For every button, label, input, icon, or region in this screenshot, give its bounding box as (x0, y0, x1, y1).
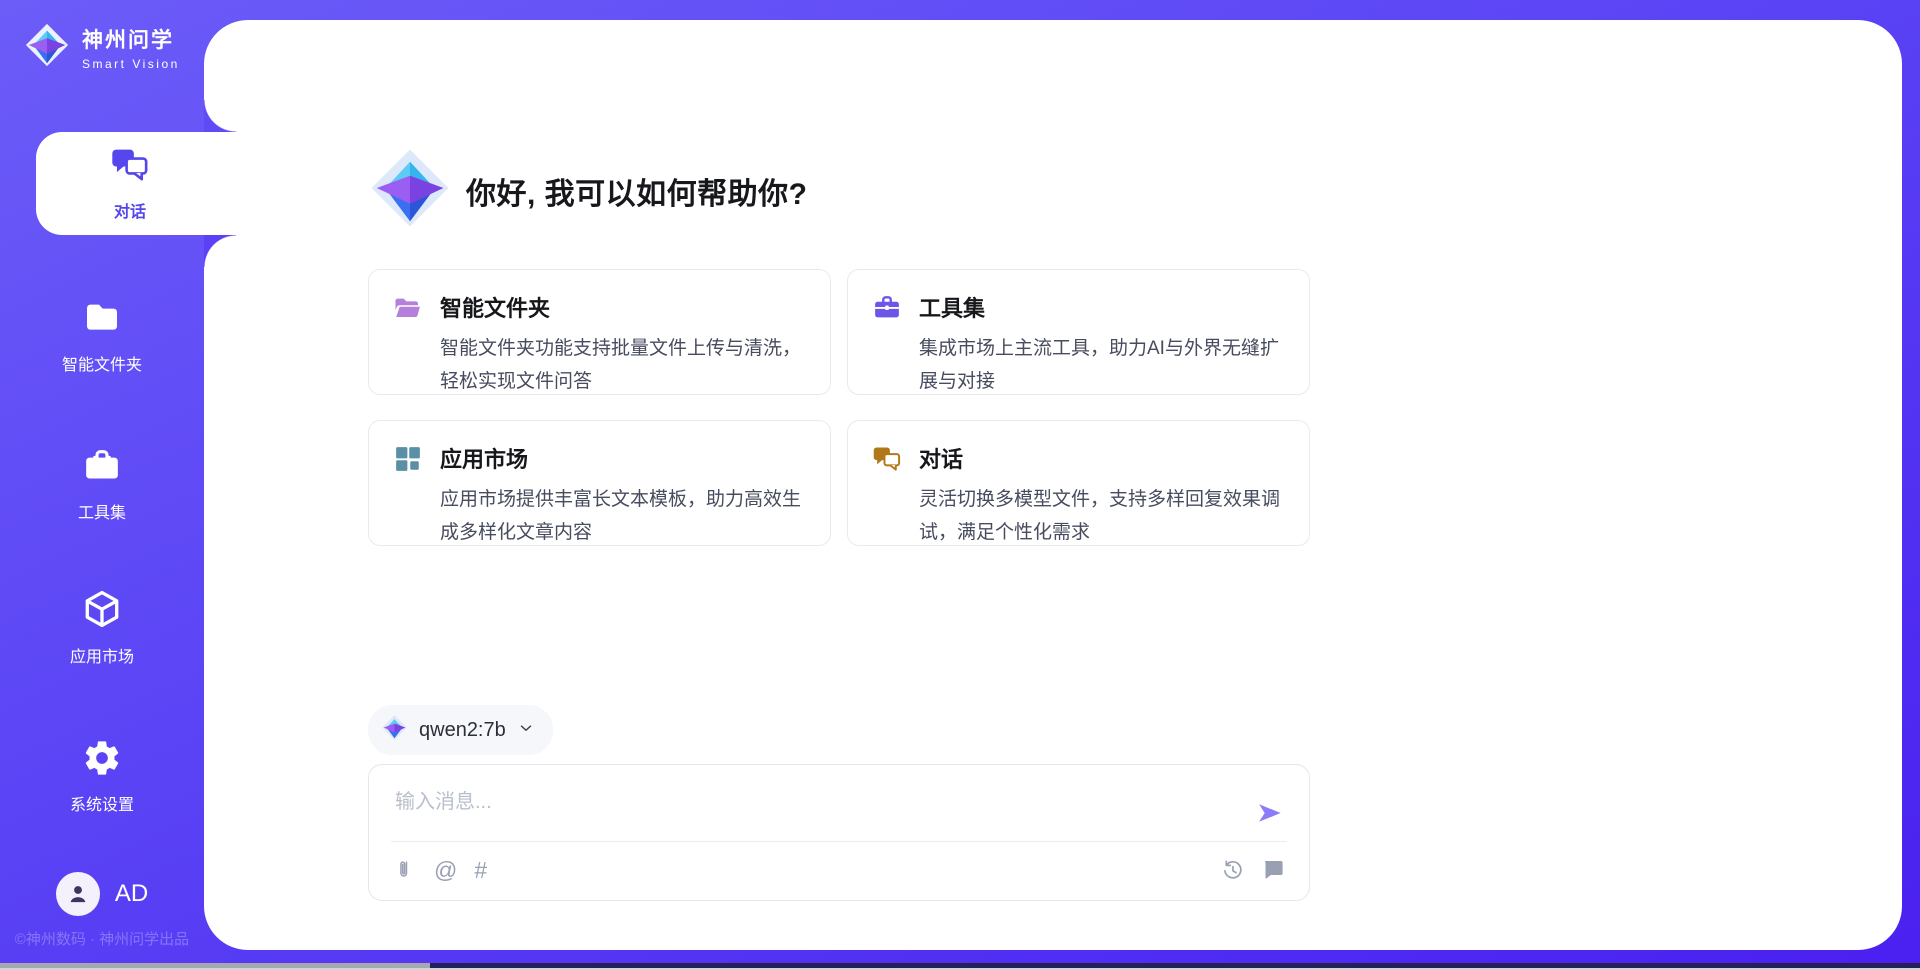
brand: 神州问学 Smart Vision (24, 22, 180, 73)
cube-icon (81, 588, 123, 635)
card-title: 对话 (919, 442, 1285, 474)
chat-icon (110, 145, 150, 190)
composer-tools-right (1221, 857, 1285, 883)
send-icon (1255, 799, 1283, 827)
composer-divider (391, 841, 1287, 842)
briefcase-icon (81, 446, 123, 491)
briefcase-icon (872, 291, 902, 373)
card-description: 灵活切换多模型文件，支持多样回复效果调试，满足个性化需求 (919, 483, 1285, 549)
sidebar-footer: ©神州数码 · 神州问学出品 (0, 928, 204, 949)
mention-icon: @ (434, 857, 457, 883)
chat-square-icon (1261, 858, 1285, 882)
card-app-market[interactable]: 应用市场 应用市场提供丰富长文本模板，助力高效生成多样化文章内容 (368, 420, 831, 546)
brand-name: 神州问学 (82, 24, 180, 54)
sidebar-item-label: 应用市场 (70, 643, 134, 667)
attachment-button[interactable] (395, 857, 417, 883)
sidebar-item-label: 智能文件夹 (62, 351, 142, 375)
card-smart-folder[interactable]: 智能文件夹 智能文件夹功能支持批量文件上传与清洗，轻松实现文件问答 (368, 269, 831, 395)
history-icon (1221, 858, 1245, 882)
mention-button[interactable]: @ (434, 857, 457, 883)
card-description: 智能文件夹功能支持批量文件上传与清洗，轻松实现文件问答 (440, 332, 806, 398)
card-title: 工具集 (919, 291, 1285, 323)
composer-tools-left: @ # (395, 857, 487, 883)
diamond-logo-icon (381, 714, 408, 746)
history-button[interactable] (1221, 857, 1245, 883)
card-description: 应用市场提供丰富长文本模板，助力高效生成多样化文章内容 (440, 483, 806, 549)
greeting-title: 你好, 我可以如何帮助你? (466, 169, 808, 213)
model-name: qwen2:7b (419, 719, 506, 742)
chat-square-button[interactable] (1261, 857, 1285, 883)
user-menu[interactable]: AD (0, 870, 204, 918)
sidebar-item-chat[interactable]: 对话 (36, 132, 224, 235)
card-toolset[interactable]: 工具集 集成市场上主流工具，助力AI与外界无缝扩展与对接 (847, 269, 1310, 395)
horizontal-scrollbar[interactable] (0, 963, 1920, 970)
avatar (56, 872, 100, 916)
active-tab-fillet-bottom (204, 235, 236, 267)
brand-diamond-logo-icon (24, 22, 70, 73)
feature-cards: 智能文件夹 智能文件夹功能支持批量文件上传与清洗，轻松实现文件问答 工具集 集成… (368, 269, 1310, 546)
active-tab-fillet-top (204, 100, 236, 132)
hashtag-icon: # (474, 857, 487, 883)
main-content: 你好, 我可以如何帮助你? 智能文件夹 智能文件夹功能支持批量文件上传与清洗，轻… (368, 146, 1310, 901)
grid-icon (393, 442, 423, 524)
send-button[interactable] (1255, 799, 1283, 827)
sidebar-item-settings[interactable]: 系统设置 (0, 738, 204, 815)
card-chat[interactable]: 对话 灵活切换多模型文件，支持多样回复效果调试，满足个性化需求 (847, 420, 1310, 546)
attachment-icon (395, 858, 417, 882)
composer: @ # (368, 764, 1310, 901)
sidebar-item-smart-folder[interactable]: 智能文件夹 (0, 298, 204, 375)
card-title: 智能文件夹 (440, 291, 806, 323)
user-name: AD (115, 880, 148, 908)
sidebar-item-label: 对话 (114, 198, 146, 222)
brand-tagline: Smart Vision (82, 57, 180, 71)
sidebar-item-toolset[interactable]: 工具集 (0, 446, 204, 523)
hashtag-button[interactable]: # (474, 857, 487, 883)
model-selector[interactable]: qwen2:7b (368, 705, 553, 755)
card-description: 集成市场上主流工具，助力AI与外界无缝扩展与对接 (919, 332, 1285, 398)
gear-icon (82, 738, 122, 783)
chat-icon (872, 442, 902, 524)
message-input[interactable] (395, 785, 1215, 837)
folder-icon (81, 298, 123, 343)
card-title: 应用市场 (440, 442, 806, 474)
greeting: 你好, 我可以如何帮助你? (368, 146, 1310, 235)
chevron-down-icon (517, 719, 535, 742)
folder-open-icon (393, 291, 423, 373)
sidebar-item-app-market[interactable]: 应用市场 (0, 588, 204, 667)
sidebar-item-label: 系统设置 (70, 791, 134, 815)
sidebar-item-label: 工具集 (78, 499, 126, 523)
greeting-diamond-logo-icon (368, 146, 452, 235)
